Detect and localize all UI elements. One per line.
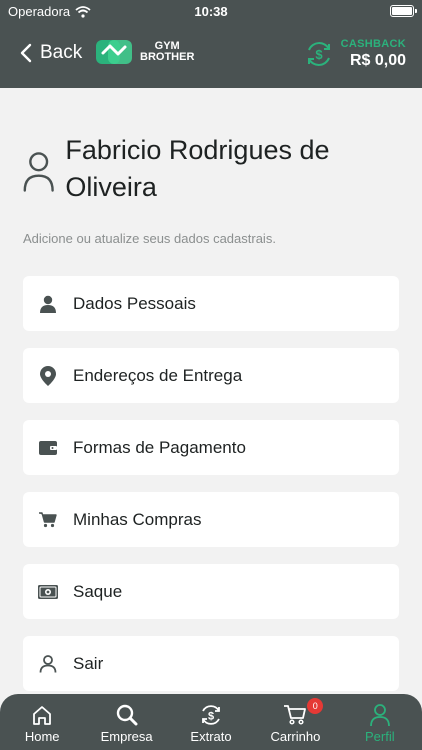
- tab-label: Extrato: [190, 729, 232, 744]
- tab-extrato[interactable]: $ Extrato: [169, 694, 253, 750]
- profile-hint: Adicione ou atualize seus dados cadastra…: [23, 231, 276, 246]
- cashback-balance[interactable]: $ CASHBACK R$ 0,00: [305, 38, 406, 70]
- dollar-cycle-icon: $: [307, 42, 330, 66]
- tab-carrinho[interactable]: 0 Carrinho: [253, 694, 337, 750]
- location-pin-icon: [37, 365, 59, 387]
- tab-empresa[interactable]: Empresa: [84, 694, 168, 750]
- menu-item-enderecos[interactable]: Endereços de Entrega: [23, 348, 399, 403]
- back-button[interactable]: Back: [20, 42, 82, 64]
- person-outline-icon: [37, 653, 59, 675]
- person-icon: [369, 703, 391, 727]
- user-avatar-icon: [23, 152, 54, 192]
- profile-header: Fabricio Rodrigues de Oliveira: [22, 132, 402, 206]
- cash-icon: [37, 581, 59, 603]
- brand-line-2: BROTHER: [140, 51, 195, 63]
- tab-label: Home: [24, 729, 60, 744]
- svg-text:$: $: [315, 47, 323, 62]
- cashback-label: CASHBACK: [340, 38, 406, 50]
- status-bar: Operadora 10:38: [0, 0, 422, 22]
- back-label: Back: [40, 42, 83, 63]
- gym-brother-logo: GYM BROTHER: [94, 36, 194, 68]
- chevron-left-icon: [20, 43, 32, 63]
- menu-item-sair[interactable]: Sair: [23, 636, 399, 691]
- menu-item-label: Saque: [73, 581, 123, 601]
- clock: 10:38: [194, 4, 228, 19]
- menu-item-label: Dados Pessoais: [73, 293, 196, 313]
- cart-icon: [37, 509, 59, 531]
- svg-text:$: $: [208, 711, 214, 723]
- person-icon: [37, 293, 59, 315]
- cart-icon: [283, 703, 307, 727]
- profile-menu: Dados Pessoais Endereços de Entrega Form…: [23, 276, 399, 708]
- menu-item-label: Minhas Compras: [73, 509, 202, 529]
- top-navigation-bar: Back GYM BROTHER $ CASHBACK R$ 0,00: [0, 22, 422, 88]
- tab-home[interactable]: Home: [0, 694, 84, 750]
- bottom-tab-bar: Home Empresa $ Extrato 0 Carrinho Perfil: [0, 694, 422, 750]
- tab-perfil[interactable]: Perfil: [338, 694, 422, 750]
- menu-item-formas-pagamento[interactable]: Formas de Pagamento: [23, 420, 399, 475]
- tab-label: Perfil: [365, 729, 395, 744]
- battery-icon: [390, 5, 417, 17]
- home-icon: [31, 703, 53, 727]
- user-name: Fabricio Rodrigues de Oliveira: [65, 135, 330, 202]
- menu-item-label: Formas de Pagamento: [73, 437, 246, 457]
- menu-item-label: Sair: [73, 653, 104, 673]
- menu-item-saque[interactable]: Saque: [23, 564, 399, 619]
- menu-item-dados-pessoais[interactable]: Dados Pessoais: [23, 276, 399, 331]
- menu-item-label: Endereços de Entrega: [73, 365, 243, 385]
- menu-item-minhas-compras[interactable]: Minhas Compras: [23, 492, 399, 547]
- brand-name: GYM BROTHER: [140, 41, 194, 63]
- tab-label: Empresa: [100, 729, 153, 744]
- wallet-icon: [37, 437, 59, 459]
- cart-count-badge: 0: [307, 698, 324, 714]
- dollar-cycle-icon: $: [199, 703, 223, 727]
- logo-mark-icon: [96, 40, 132, 64]
- tab-label: Carrinho: [270, 729, 321, 744]
- search-icon: [116, 703, 138, 727]
- cashback-value: R$ 0,00: [349, 52, 406, 69]
